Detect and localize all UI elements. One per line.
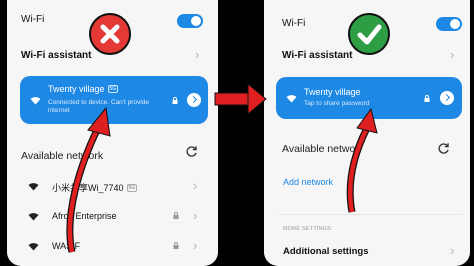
curved-arrow-icon xyxy=(346,107,378,213)
curved-arrow-icon xyxy=(66,106,111,253)
right-arrow-icon xyxy=(214,82,267,116)
annotation-arrows xyxy=(66,82,378,253)
